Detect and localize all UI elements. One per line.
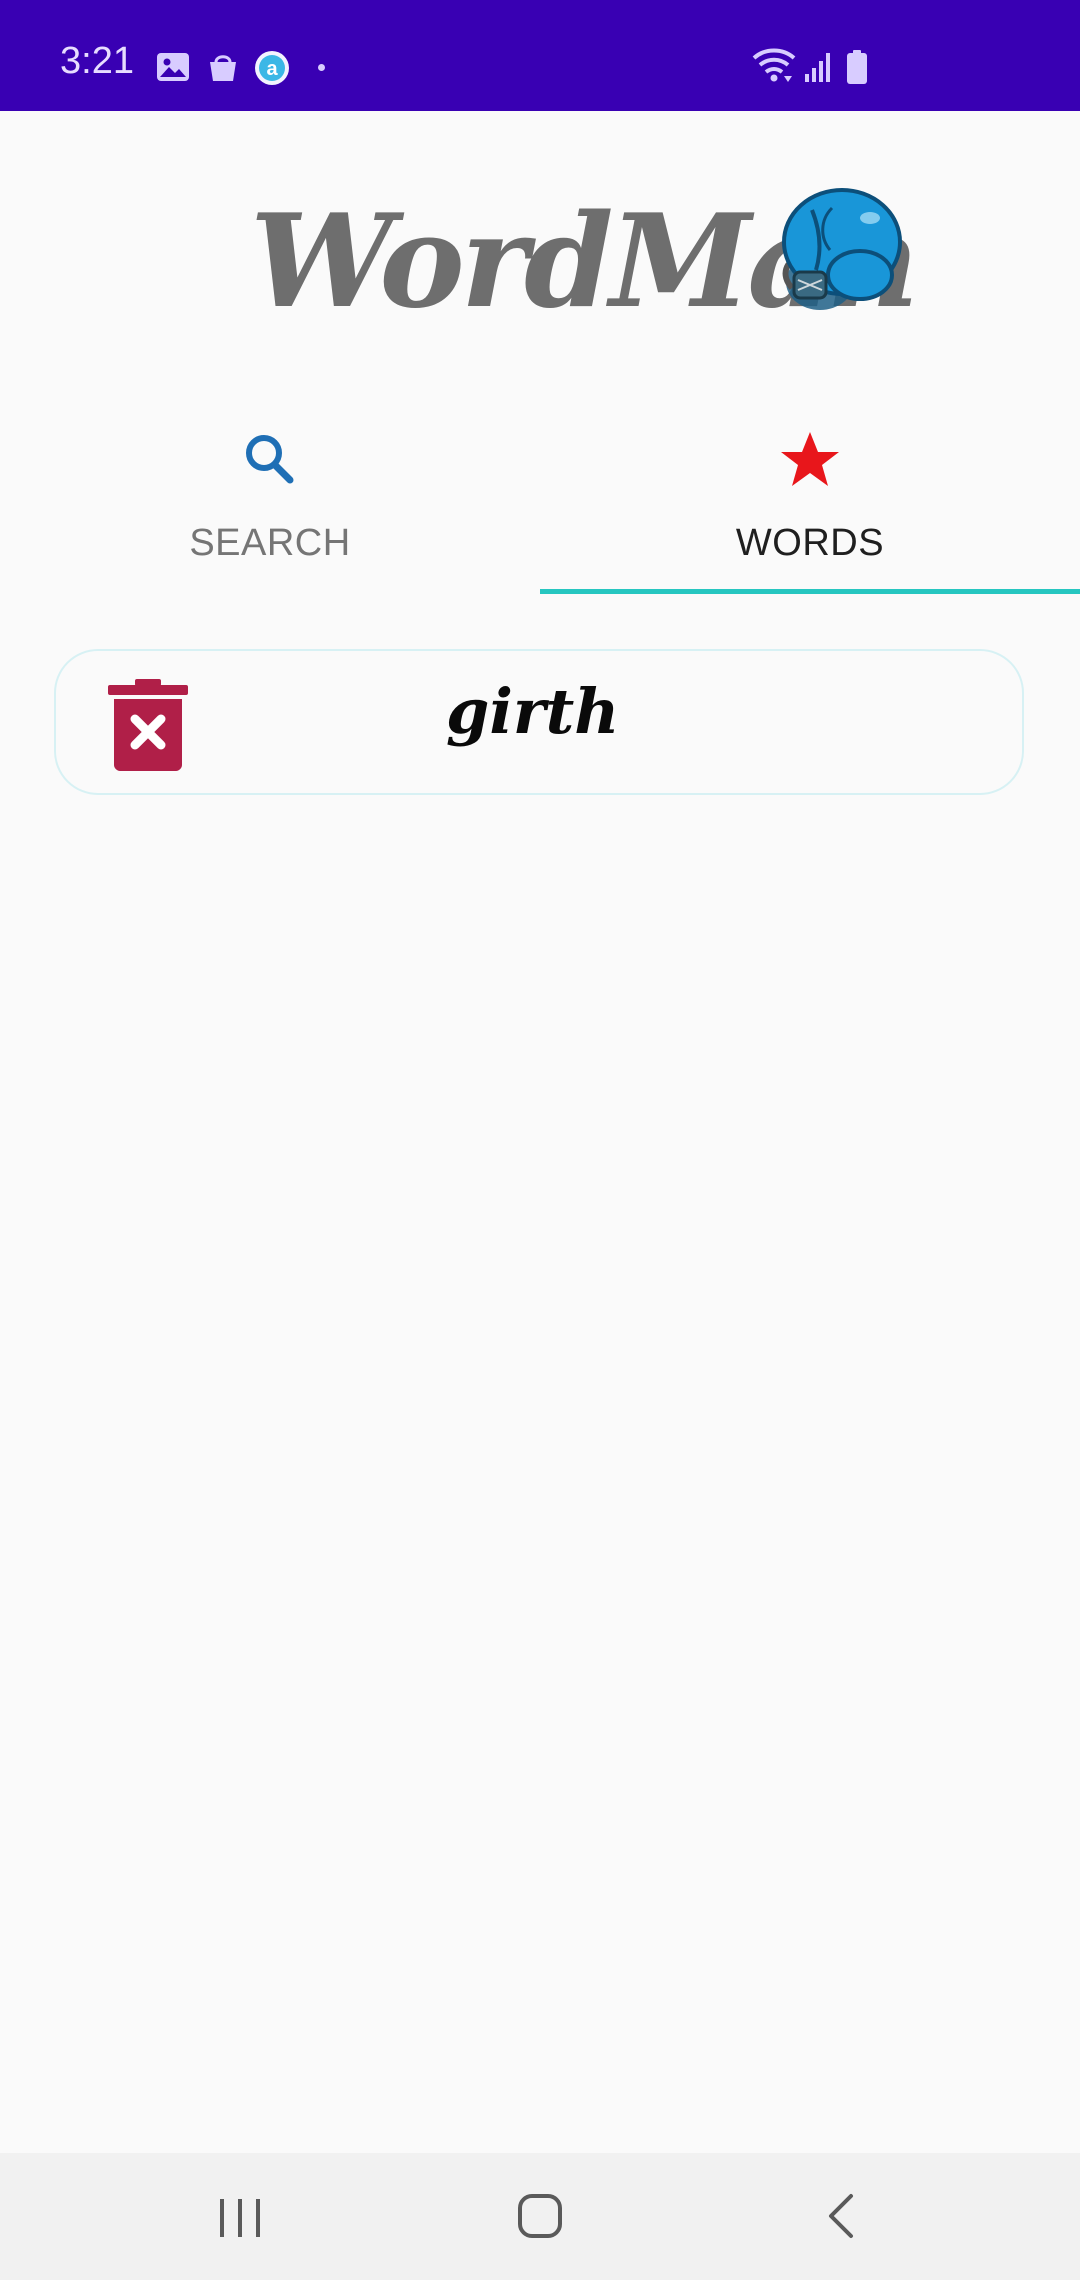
tab-selected-indicator bbox=[540, 589, 1080, 594]
shopping-bag-icon bbox=[206, 50, 240, 89]
back-icon[interactable] bbox=[803, 2181, 883, 2251]
trash-x-icon[interactable] bbox=[108, 679, 188, 771]
dot-icon bbox=[318, 64, 325, 71]
tab-words[interactable]: WORDS bbox=[540, 420, 1080, 590]
wifi-icon bbox=[752, 46, 796, 89]
app-screen: 3:21 a WordMan SEARCH WORDS girth bbox=[0, 0, 1080, 2280]
boxing-glove-icon bbox=[750, 180, 910, 325]
word-text: girth bbox=[446, 675, 620, 748]
home-icon[interactable] bbox=[500, 2181, 580, 2251]
signal-icon bbox=[803, 50, 835, 89]
tab-words-label: WORDS bbox=[735, 522, 885, 564]
app-logo: WordMan bbox=[230, 180, 930, 370]
tab-search-label: SEARCH bbox=[189, 522, 351, 564]
recent-apps-icon[interactable] bbox=[200, 2181, 280, 2251]
status-bar: 3:21 a bbox=[0, 0, 1080, 111]
app-a-icon: a bbox=[254, 50, 290, 91]
system-nav-bar bbox=[0, 2153, 1080, 2280]
star-icon bbox=[778, 428, 842, 492]
battery-icon bbox=[845, 50, 869, 91]
status-time: 3:21 bbox=[60, 40, 134, 82]
svg-text:a: a bbox=[266, 58, 278, 80]
image-icon bbox=[156, 52, 190, 87]
word-list-item[interactable]: girth bbox=[54, 649, 1024, 795]
search-icon bbox=[238, 428, 302, 492]
tab-search[interactable]: SEARCH bbox=[0, 420, 540, 590]
